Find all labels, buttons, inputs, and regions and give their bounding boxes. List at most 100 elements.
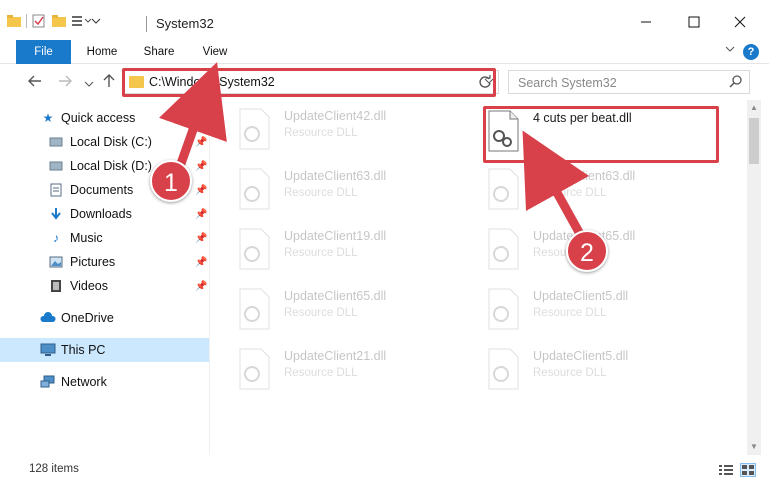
details-view-icon xyxy=(719,465,733,475)
details-view-button[interactable] xyxy=(718,463,734,477)
music-icon: ♪ xyxy=(53,231,59,245)
window-title: System32 xyxy=(156,16,214,31)
search-icon xyxy=(729,74,743,91)
sidebar-item-downloads[interactable]: Downloads 📌 xyxy=(0,202,209,226)
close-button[interactable] xyxy=(730,12,750,32)
tab-home[interactable]: Home xyxy=(80,40,124,64)
file-name: UpdateClient21.dll xyxy=(284,349,387,363)
sidebar-item-onedrive[interactable]: OneDrive xyxy=(0,306,209,330)
up-arrow-icon xyxy=(103,74,115,87)
sidebar-item-pictures[interactable]: Pictures 📌 xyxy=(0,250,209,274)
file-item[interactable]: UpdateClient19.dll Resource DLL xyxy=(236,226,466,276)
callout-step-1: 1 xyxy=(150,160,192,202)
sidebar-item-label: OneDrive xyxy=(61,311,114,325)
status-bar: 128 items xyxy=(0,455,769,495)
sidebar-item-label: Documents xyxy=(70,183,134,197)
chevron-down-icon xyxy=(84,81,94,87)
sidebar-item-label: Pictures xyxy=(70,255,116,269)
file-item[interactable]: UpdateClient63.dll Resource DLL xyxy=(485,166,715,216)
customize-qat-icon[interactable] xyxy=(71,14,92,28)
file-highlight-box xyxy=(483,106,719,163)
tab-file[interactable]: File xyxy=(16,40,71,64)
new-folder-icon[interactable] xyxy=(51,14,67,28)
minimize-button[interactable] xyxy=(636,12,656,32)
expand-ribbon-icon[interactable] xyxy=(725,44,735,57)
sidebar-item-label: This PC xyxy=(61,343,106,357)
file-item[interactable]: UpdateClient42.dll Resource DLL xyxy=(236,106,466,156)
pin-icon: 📌 xyxy=(195,208,208,220)
maximize-icon xyxy=(688,16,700,28)
title-separator xyxy=(146,16,147,32)
computer-icon xyxy=(40,343,56,357)
scroll-up-button[interactable]: ▲ xyxy=(747,100,761,116)
tab-share[interactable]: Share xyxy=(138,40,180,64)
vertical-scrollbar[interactable]: ▲ ▼ xyxy=(747,100,761,455)
pin-icon: 📌 xyxy=(195,232,208,244)
file-name: UpdateClient5.dll xyxy=(533,349,629,363)
back-button[interactable] xyxy=(28,74,42,92)
file-item[interactable]: UpdateClient65.dll Resource DLL xyxy=(236,286,466,336)
file-type: Resource DLL xyxy=(284,187,358,199)
dll-file-icon xyxy=(239,228,270,270)
file-name: UpdateClient63.dll xyxy=(284,169,387,183)
cloud-icon xyxy=(40,311,56,325)
sidebar-item-quick-access[interactable]: ★ Quick access xyxy=(0,106,209,130)
dll-file-icon xyxy=(488,168,519,210)
star-icon: ★ xyxy=(42,111,54,125)
tab-view[interactable]: View xyxy=(196,40,234,64)
file-item[interactable]: UpdateClient5.dll Resource DLL xyxy=(485,286,715,336)
sidebar-item-label: Local Disk (C:) xyxy=(70,135,152,149)
pictures-icon xyxy=(48,255,64,269)
scroll-thumb[interactable] xyxy=(749,118,759,164)
network-icon xyxy=(40,375,56,389)
recent-locations-button[interactable] xyxy=(84,76,94,93)
sidebar-item-network[interactable]: Network xyxy=(0,370,209,394)
dll-file-icon xyxy=(239,108,270,150)
pin-icon: 📌 xyxy=(195,280,208,292)
pin-icon: 📌 xyxy=(195,136,208,148)
pin-icon: 📌 xyxy=(195,256,208,268)
navigation-pane: ★ Quick access Local Disk (C:) 📌 Local D… xyxy=(0,100,210,455)
drive-icon xyxy=(48,159,64,173)
sidebar-item-local-disk-c[interactable]: Local Disk (C:) 📌 xyxy=(0,130,209,154)
documents-icon xyxy=(48,183,64,197)
sidebar-item-this-pc[interactable]: This PC xyxy=(0,338,209,362)
file-item[interactable]: UpdateClient5.dll Resource DLL xyxy=(485,346,715,396)
maximize-button[interactable] xyxy=(684,12,704,32)
file-type: Resource DLL xyxy=(284,127,358,139)
callout-step-2: 2 xyxy=(566,230,608,272)
large-icons-view-button[interactable] xyxy=(740,463,756,477)
sidebar-item-label: Quick access xyxy=(61,111,136,125)
videos-icon xyxy=(48,279,64,293)
sidebar-item-music[interactable]: ♪ Music 📌 xyxy=(0,226,209,250)
search-box[interactable]: Search System32 xyxy=(508,70,750,94)
close-icon xyxy=(734,16,746,28)
sidebar-item-label: Downloads xyxy=(70,207,132,221)
dll-file-icon xyxy=(239,288,270,330)
scroll-down-button[interactable]: ▼ xyxy=(747,439,761,455)
address-bar-highlight xyxy=(122,68,496,97)
dll-file-icon xyxy=(488,348,519,390)
sidebar-item-videos[interactable]: Videos 📌 xyxy=(0,274,209,298)
dll-file-icon xyxy=(239,348,270,390)
forward-button[interactable] xyxy=(58,74,72,92)
chevron-down-icon[interactable] xyxy=(91,14,101,28)
pin-icon: 📌 xyxy=(195,184,208,196)
folder-icon xyxy=(6,14,22,28)
file-type: Resource DLL xyxy=(533,367,607,379)
drive-icon xyxy=(48,135,64,149)
properties-icon[interactable] xyxy=(31,14,47,28)
file-type: Resource DLL xyxy=(284,307,358,319)
file-type: Resource DLL xyxy=(533,187,607,199)
file-item[interactable]: UpdateClient21.dll Resource DLL xyxy=(236,346,466,396)
file-name: UpdateClient5.dll xyxy=(533,289,629,303)
search-input[interactable]: Search System32 xyxy=(518,76,617,90)
title-bar: System32 xyxy=(0,0,769,40)
file-item[interactable]: UpdateClient63.dll Resource DLL xyxy=(236,166,466,216)
help-button[interactable]: ? xyxy=(743,44,759,60)
file-name: UpdateClient42.dll xyxy=(284,109,387,123)
dll-file-icon xyxy=(488,228,519,270)
pin-icon: 📌 xyxy=(195,160,208,172)
up-button[interactable] xyxy=(102,74,116,92)
file-name: UpdateClient65.dll xyxy=(284,289,387,303)
